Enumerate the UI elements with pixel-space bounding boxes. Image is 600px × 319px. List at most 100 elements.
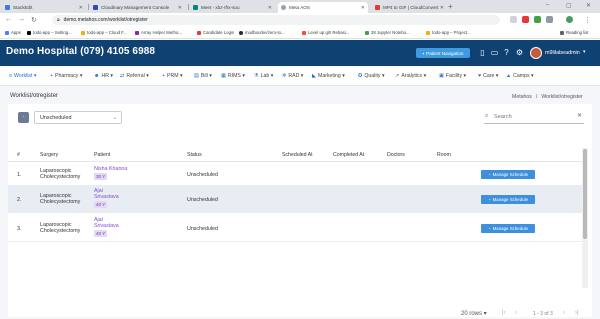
table-row[interactable]: 3. Laparoscopic Cholecystectomy Ajai Sriva… [8, 214, 582, 242]
filter-toggle-button[interactable]: ◦ [18, 112, 29, 123]
previous-page-icon[interactable]: ‹ [515, 310, 517, 316]
document-icon[interactable]: ▯ [478, 48, 487, 57]
app-header: Demo Hospital (079) 4105 6988 ▪ Patient … [0, 40, 600, 66]
patient-cell: Ajai Srivastava 40 Y [94, 188, 119, 208]
patient-name-link[interactable]: Nisha Khanna [94, 166, 127, 172]
last-page-icon[interactable]: ›| [575, 310, 579, 316]
close-icon[interactable]: ✕ [440, 5, 444, 11]
breadcrumb: Metahos / Worklist/otregister [512, 94, 583, 100]
bookmark-item[interactable]: todo-app – Project... [426, 30, 471, 35]
cloudconvert-favicon-icon [375, 5, 380, 10]
browser-tab-1[interactable]: StackEdit ✕ [2, 2, 86, 13]
file-icon[interactable]: ▭ [490, 48, 499, 57]
manage-schedule-label: Manage Schedule [492, 172, 529, 177]
avatar[interactable] [530, 47, 542, 59]
profile-avatar[interactable] [566, 16, 573, 23]
menu-item-facility[interactable]: ▣ Facility ▾ [439, 73, 466, 79]
patient-name-link[interactable]: Srivastava [94, 194, 119, 200]
patient-name-link[interactable]: Srivastava [94, 223, 119, 229]
breadcrumb-item[interactable]: Metahos [512, 94, 532, 100]
close-icon[interactable]: ✕ [268, 5, 272, 11]
rows-per-page-select[interactable]: 20 rows ▾ [461, 310, 487, 317]
menu-item-lab[interactable]: ⚗ Lab ▾ [254, 73, 273, 79]
reload-icon[interactable]: ↻ [31, 16, 37, 24]
manage-schedule-button[interactable]: ◔ Manage Schedule [481, 195, 535, 204]
kebab-menu-icon[interactable]: ⋮ [584, 16, 591, 24]
menu-item-camps[interactable]: ▲ Camps ▾ [506, 73, 534, 79]
tab-title: Meet - xbz-rfrx-sou [201, 5, 240, 10]
maximize-icon[interactable]: ▢ [566, 2, 572, 9]
lock-icon: 🔒︎ [57, 17, 60, 23]
browser-tab-4[interactable]: Meta AOS ✕ [278, 2, 368, 13]
column-header: Patient [94, 152, 111, 158]
tab-title: Cloudinary Management Console [101, 5, 170, 10]
close-icon[interactable]: ✕ [361, 5, 365, 11]
menu-item-referral[interactable]: ⇄ Referral ▾ [120, 73, 149, 79]
reading-list[interactable]: Reading list [560, 30, 588, 35]
menu-label: Quality [364, 73, 381, 79]
bookmark-item[interactable]: Array Helper Metho... [135, 30, 182, 35]
menu-item-analytics[interactable]: ↗ Analytics ▾ [395, 73, 426, 79]
extension-icon[interactable] [510, 16, 517, 23]
browser-tab-3[interactable]: Meet - xbz-rfrx-sou ✕ [190, 2, 275, 13]
column-header: Status [187, 152, 202, 158]
menu-item-rad[interactable]: ✲ RAD ▾ [282, 73, 303, 79]
menu-item-bill[interactable]: ▤ Bill ▾ [194, 73, 212, 79]
gear-icon[interactable]: ⚙ [515, 48, 524, 57]
menu-item-pharmacy[interactable]: + Pharmacy ▾ [50, 73, 82, 79]
flask-icon: ⚗ [254, 73, 259, 79]
bookmark-item[interactable]: 28 Jupyter Notebo... [365, 30, 410, 35]
menu-label: Pharmacy [55, 73, 79, 79]
scrollbar-thumb[interactable] [583, 149, 587, 239]
forward-arrow-icon[interactable]: → [18, 16, 25, 23]
close-icon[interactable]: ✕ [79, 5, 83, 11]
menu-item-rims[interactable]: ▦ RIMS ▾ [221, 73, 245, 79]
clear-icon[interactable]: ✕ [577, 112, 582, 119]
close-icon[interactable]: ✕ [178, 5, 182, 11]
receipt-icon: ▤ [194, 73, 199, 79]
bookmark-item[interactable]: todo-app – Cloud F... [81, 30, 127, 35]
search-input[interactable] [494, 113, 574, 121]
bookmark-item[interactable]: Candidate Login [197, 30, 234, 35]
menu-item-care[interactable]: ♥ Care ▾ [478, 73, 498, 79]
menu-item-worklist[interactable]: ≡ Worklist ▾ [9, 73, 36, 79]
help-icon[interactable]: ? [502, 48, 511, 57]
browser-tab-5[interactable]: MP4 to GIF | CloudConvert ✕ [372, 2, 447, 13]
menu-item-hr[interactable]: ☻ HR ▾ [94, 73, 113, 79]
status-filter-value: Unscheduled [40, 115, 72, 121]
window-close-icon[interactable]: ✕ [586, 2, 591, 9]
manage-schedule-button[interactable]: ◔ Manage Schedule [481, 170, 535, 179]
browser-tab-2[interactable]: Cloudinary Management Console ✕ [90, 2, 185, 13]
swap-icon: ⇄ [120, 73, 125, 79]
extension-icon[interactable] [522, 16, 529, 23]
bookmark-item[interactable]: Level up git! Rebasi... [302, 30, 349, 35]
new-tab-icon[interactable]: + [448, 2, 453, 11]
radiation-icon: ✲ [282, 73, 287, 79]
clock-icon: ◔ [487, 197, 491, 202]
menu-item-quality[interactable]: ✪ Quality ▾ [358, 73, 385, 79]
manage-schedule-button[interactable]: ◔ Manage Schedule [481, 224, 535, 233]
extension-icon[interactable] [534, 16, 541, 23]
surgery-cell: Laparoscopic Cholecystectomy [40, 168, 80, 180]
status-cell: Unscheduled [187, 226, 218, 232]
bookmark-item[interactable]: todo-app – Setting... [27, 30, 72, 35]
bookmark-apps[interactable]: Apps [5, 30, 21, 35]
bookmark-item[interactable]: modbourke/zero-to... [239, 30, 285, 35]
address-bar[interactable]: 🔒︎ demo.metahos.com/worklist/otregister [52, 15, 500, 25]
chevron-down-icon[interactable]: ▾ [583, 49, 586, 55]
tab-title: StackEdit [13, 5, 33, 10]
patient-navigation-button[interactable]: ▪ Patient Navigation [416, 48, 470, 58]
table-row[interactable]: 2. Laparoscopic Cholecystectomy Ajai Sriva… [8, 185, 582, 213]
minimize-icon[interactable]: – [546, 2, 549, 8]
search-icon: ⌕ [485, 113, 489, 119]
status-filter-select[interactable]: Unscheduled ⌄ [34, 111, 122, 124]
meet-favicon-icon [193, 5, 198, 10]
puzzle-icon[interactable] [546, 16, 553, 23]
back-arrow-icon[interactable]: ← [5, 16, 12, 23]
bookmark-label: Level up git! Rebasi... [308, 30, 350, 35]
menu-item-prm[interactable]: + PRM ▾ [162, 73, 183, 79]
first-page-icon[interactable]: |‹ [502, 310, 506, 316]
username[interactable]: m9lilabeadmin [545, 50, 580, 56]
next-page-icon[interactable]: › [563, 310, 565, 316]
menu-item-marketing[interactable]: ◣ Marketing ▾ [312, 73, 345, 79]
